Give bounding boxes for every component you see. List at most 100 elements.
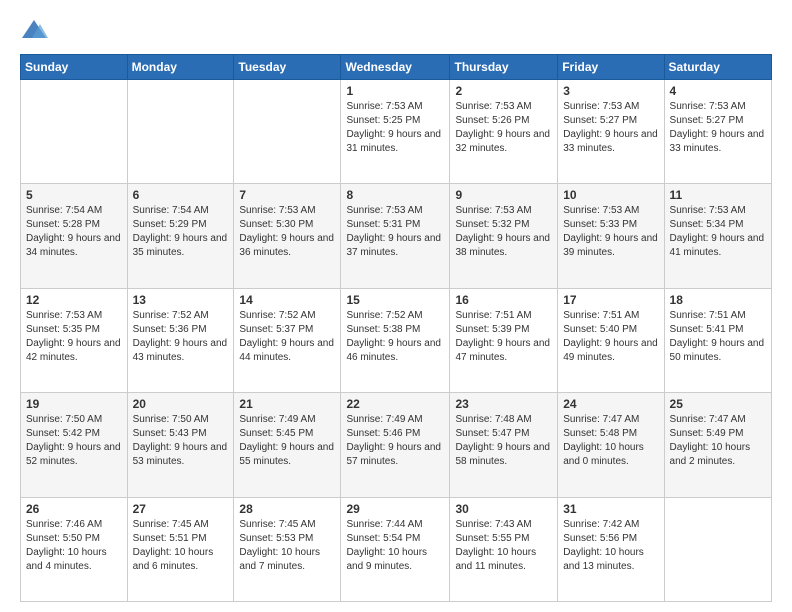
day-detail: Sunrise: 7:51 AM Sunset: 5:41 PM Dayligh… (670, 309, 766, 365)
calendar-day-14: 14 Sunrise: 7:52 AM Sunset: 5:37 PM Dayli… (234, 288, 341, 392)
day-detail: Sunrise: 7:45 AM Sunset: 5:51 PM Dayligh… (133, 518, 229, 574)
day-detail: Sunrise: 7:47 AM Sunset: 5:49 PM Dayligh… (670, 413, 766, 469)
day-detail: Sunrise: 7:53 AM Sunset: 5:32 PM Dayligh… (455, 204, 552, 260)
day-number: 4 (670, 84, 766, 98)
calendar-day-2: 2 Sunrise: 7:53 AM Sunset: 5:26 PM Daylig… (450, 80, 558, 184)
day-number: 15 (346, 293, 444, 307)
calendar-day-25: 25 Sunrise: 7:47 AM Sunset: 5:49 PM Dayli… (664, 393, 771, 497)
day-detail: Sunrise: 7:52 AM Sunset: 5:36 PM Dayligh… (133, 309, 229, 365)
calendar-day-19: 19Sunrise: 7:50 AM Sunset: 5:42 PM Dayli… (21, 393, 128, 497)
day-number: 13 (133, 293, 229, 307)
calendar-day-30: 30Sunrise: 7:43 AM Sunset: 5:55 PM Dayli… (450, 497, 558, 601)
calendar-day-15: 15 Sunrise: 7:52 AM Sunset: 5:38 PM Dayli… (341, 288, 450, 392)
day-detail: Sunrise: 7:53 AM Sunset: 5:35 PM Dayligh… (26, 309, 122, 365)
calendar-day-7: 7Sunrise: 7:53 AM Sunset: 5:30 PM Daylig… (234, 184, 341, 288)
weekday-header-friday: Friday (558, 55, 664, 80)
header (20, 16, 772, 44)
logo-icon (20, 16, 48, 44)
weekday-header-saturday: Saturday (664, 55, 771, 80)
day-number: 11 (670, 188, 766, 202)
weekday-header-row: SundayMondayTuesdayWednesdayThursdayFrid… (21, 55, 772, 80)
day-detail: Sunrise: 7:53 AM Sunset: 5:25 PM Dayligh… (346, 100, 444, 156)
day-detail: Sunrise: 7:50 AM Sunset: 5:42 PM Dayligh… (26, 413, 122, 469)
day-number: 20 (133, 397, 229, 411)
day-number: 28 (239, 502, 335, 516)
calendar-day-13: 13 Sunrise: 7:52 AM Sunset: 5:36 PM Dayli… (127, 288, 234, 392)
calendar-empty-cell (127, 80, 234, 184)
day-detail: Sunrise: 7:50 AM Sunset: 5:43 PM Dayligh… (133, 413, 229, 469)
day-number: 18 (670, 293, 766, 307)
day-number: 9 (455, 188, 552, 202)
day-number: 6 (133, 188, 229, 202)
calendar-day-20: 20 Sunrise: 7:50 AM Sunset: 5:43 PM Dayli… (127, 393, 234, 497)
calendar-table: SundayMondayTuesdayWednesdayThursdayFrid… (20, 54, 772, 602)
day-detail: Sunrise: 7:53 AM Sunset: 5:26 PM Dayligh… (455, 100, 552, 156)
day-number: 3 (563, 84, 658, 98)
day-number: 27 (133, 502, 229, 516)
day-number: 29 (346, 502, 444, 516)
calendar-empty-cell (21, 80, 128, 184)
calendar-day-5: 5 Sunrise: 7:54 AM Sunset: 5:28 PM Daylig… (21, 184, 128, 288)
day-detail: Sunrise: 7:43 AM Sunset: 5:55 PM Dayligh… (455, 518, 552, 574)
day-detail: Sunrise: 7:49 AM Sunset: 5:45 PM Dayligh… (239, 413, 335, 469)
day-number: 17 (563, 293, 658, 307)
day-number: 5 (26, 188, 122, 202)
day-detail: Sunrise: 7:54 AM Sunset: 5:29 PM Dayligh… (133, 204, 229, 260)
day-detail: Sunrise: 7:49 AM Sunset: 5:46 PM Dayligh… (346, 413, 444, 469)
day-detail: Sunrise: 7:52 AM Sunset: 5:38 PM Dayligh… (346, 309, 444, 365)
day-number: 21 (239, 397, 335, 411)
day-number: 26 (26, 502, 122, 516)
day-number: 10 (563, 188, 658, 202)
calendar-day-27: 27 Sunrise: 7:45 AM Sunset: 5:51 PM Dayli… (127, 497, 234, 601)
day-number: 12 (26, 293, 122, 307)
day-number: 1 (346, 84, 444, 98)
calendar-day-8: 8 Sunrise: 7:53 AM Sunset: 5:31 PM Daylig… (341, 184, 450, 288)
calendar-empty-cell (234, 80, 341, 184)
calendar-week-3: 12 Sunrise: 7:53 AM Sunset: 5:35 PM Dayli… (21, 288, 772, 392)
calendar-day-31: 31 Sunrise: 7:42 AM Sunset: 5:56 PM Dayli… (558, 497, 664, 601)
calendar-day-10: 10 Sunrise: 7:53 AM Sunset: 5:33 PM Dayli… (558, 184, 664, 288)
calendar-day-18: 18 Sunrise: 7:51 AM Sunset: 5:41 PM Dayli… (664, 288, 771, 392)
day-number: 25 (670, 397, 766, 411)
calendar-day-11: 11 Sunrise: 7:53 AM Sunset: 5:34 PM Dayli… (664, 184, 771, 288)
day-detail: Sunrise: 7:42 AM Sunset: 5:56 PM Dayligh… (563, 518, 658, 574)
day-number: 14 (239, 293, 335, 307)
day-number: 23 (455, 397, 552, 411)
calendar-day-9: 9 Sunrise: 7:53 AM Sunset: 5:32 PM Daylig… (450, 184, 558, 288)
day-number: 16 (455, 293, 552, 307)
calendar-day-28: 28Sunrise: 7:45 AM Sunset: 5:53 PM Dayli… (234, 497, 341, 601)
calendar-day-4: 4Sunrise: 7:53 AM Sunset: 5:27 PM Daylig… (664, 80, 771, 184)
day-number: 2 (455, 84, 552, 98)
day-detail: Sunrise: 7:51 AM Sunset: 5:39 PM Dayligh… (455, 309, 552, 365)
day-detail: Sunrise: 7:46 AM Sunset: 5:50 PM Dayligh… (26, 518, 122, 574)
day-detail: Sunrise: 7:53 AM Sunset: 5:34 PM Dayligh… (670, 204, 766, 260)
day-number: 24 (563, 397, 658, 411)
calendar-empty-cell (664, 497, 771, 601)
calendar-day-17: 17 Sunrise: 7:51 AM Sunset: 5:40 PM Dayli… (558, 288, 664, 392)
calendar-day-3: 3Sunrise: 7:53 AM Sunset: 5:27 PM Daylig… (558, 80, 664, 184)
weekday-header-thursday: Thursday (450, 55, 558, 80)
day-number: 31 (563, 502, 658, 516)
day-detail: Sunrise: 7:51 AM Sunset: 5:40 PM Dayligh… (563, 309, 658, 365)
calendar-week-5: 26 Sunrise: 7:46 AM Sunset: 5:50 PM Dayli… (21, 497, 772, 601)
page: SundayMondayTuesdayWednesdayThursdayFrid… (0, 0, 792, 612)
calendar-week-4: 19Sunrise: 7:50 AM Sunset: 5:42 PM Dayli… (21, 393, 772, 497)
calendar-day-16: 16 Sunrise: 7:51 AM Sunset: 5:39 PM Dayli… (450, 288, 558, 392)
calendar-day-29: 29Sunrise: 7:44 AM Sunset: 5:54 PM Dayli… (341, 497, 450, 601)
calendar-day-23: 23Sunrise: 7:48 AM Sunset: 5:47 PM Dayli… (450, 393, 558, 497)
logo (20, 16, 52, 44)
day-number: 22 (346, 397, 444, 411)
day-detail: Sunrise: 7:54 AM Sunset: 5:28 PM Dayligh… (26, 204, 122, 260)
day-number: 8 (346, 188, 444, 202)
day-detail: Sunrise: 7:53 AM Sunset: 5:33 PM Dayligh… (563, 204, 658, 260)
calendar-week-2: 5 Sunrise: 7:54 AM Sunset: 5:28 PM Daylig… (21, 184, 772, 288)
calendar-day-26: 26 Sunrise: 7:46 AM Sunset: 5:50 PM Dayli… (21, 497, 128, 601)
weekday-header-wednesday: Wednesday (341, 55, 450, 80)
calendar-day-6: 6 Sunrise: 7:54 AM Sunset: 5:29 PM Daylig… (127, 184, 234, 288)
calendar-week-1: 1 Sunrise: 7:53 AM Sunset: 5:25 PM Daylig… (21, 80, 772, 184)
calendar-day-21: 21 Sunrise: 7:49 AM Sunset: 5:45 PM Dayli… (234, 393, 341, 497)
day-detail: Sunrise: 7:53 AM Sunset: 5:31 PM Dayligh… (346, 204, 444, 260)
weekday-header-tuesday: Tuesday (234, 55, 341, 80)
day-detail: Sunrise: 7:52 AM Sunset: 5:37 PM Dayligh… (239, 309, 335, 365)
calendar-day-1: 1 Sunrise: 7:53 AM Sunset: 5:25 PM Daylig… (341, 80, 450, 184)
